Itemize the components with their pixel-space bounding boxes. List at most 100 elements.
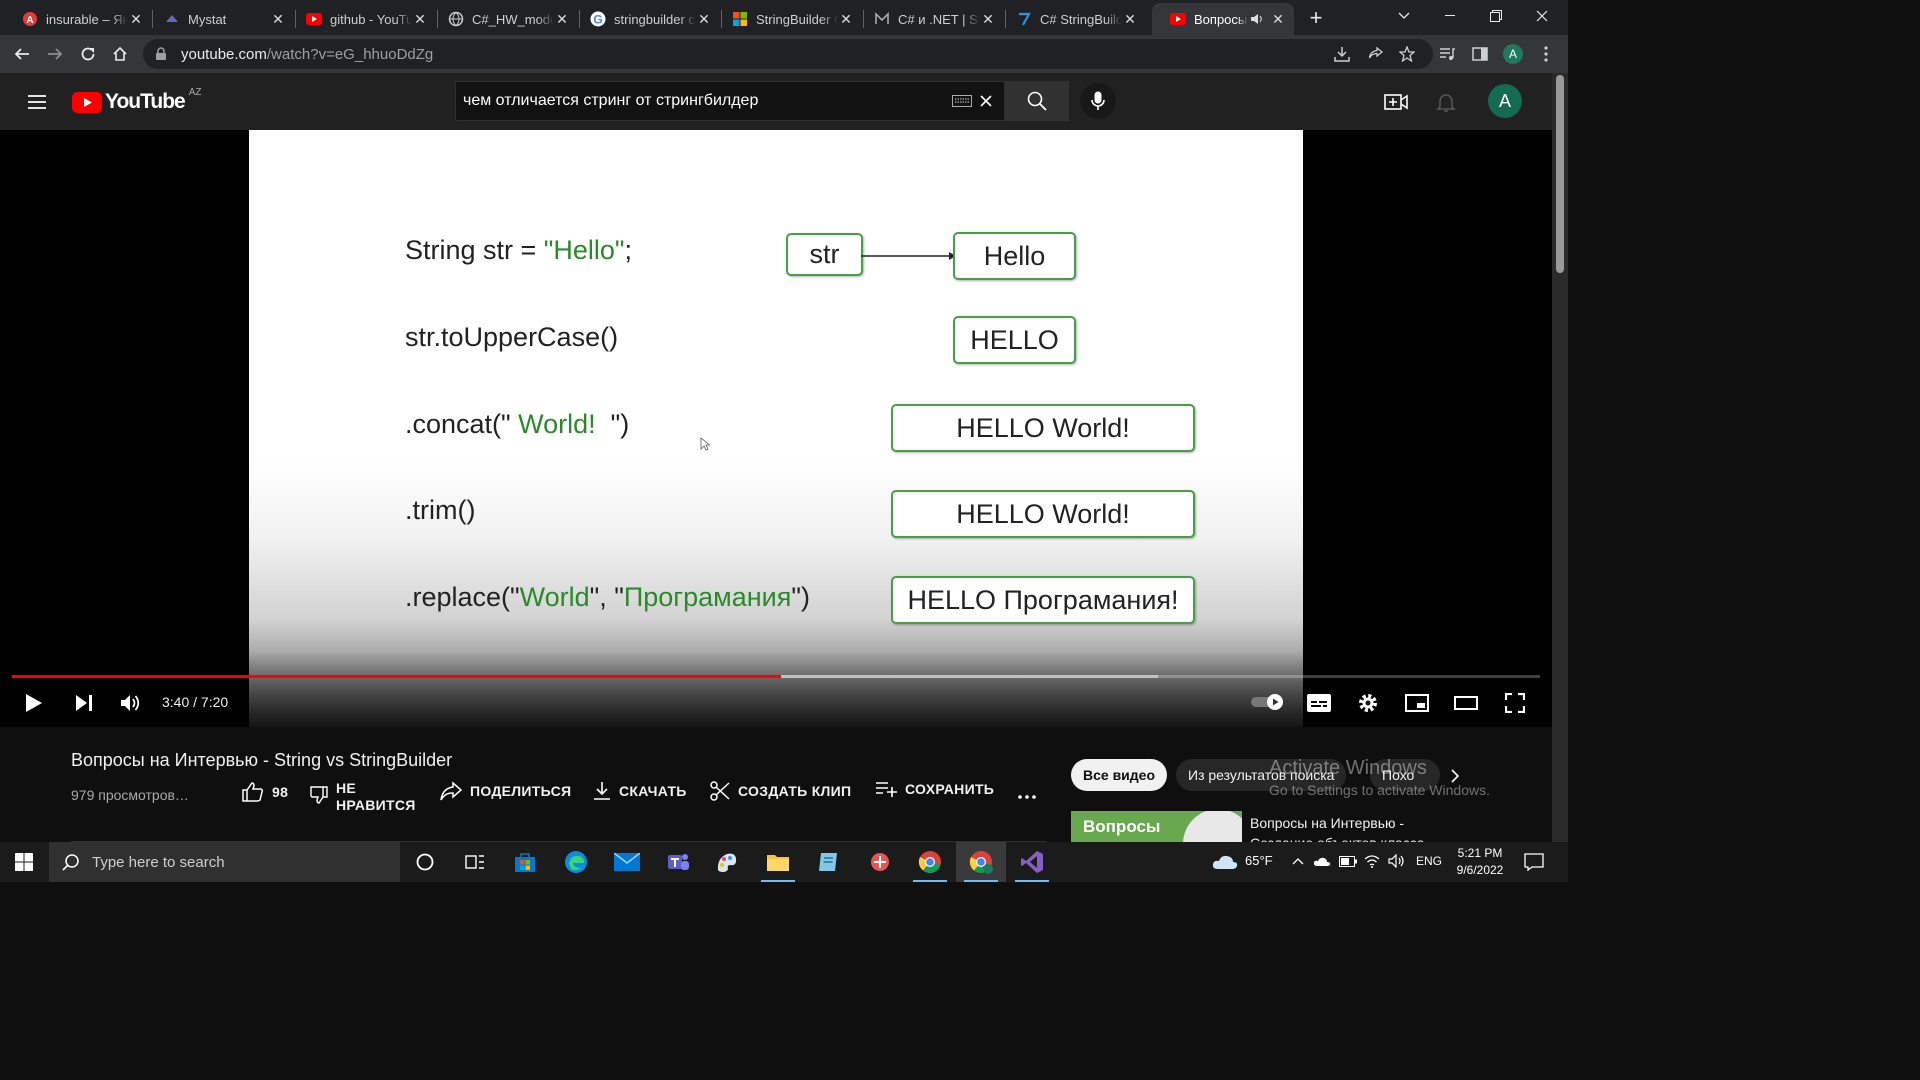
create-video-icon[interactable] (1384, 90, 1408, 114)
close-tab-icon[interactable]: ✕ (838, 11, 854, 27)
wifi-icon[interactable] (1364, 854, 1380, 868)
edge-browser-icon[interactable] (551, 842, 601, 882)
visual-studio-icon[interactable] (1007, 842, 1057, 882)
clip-button[interactable]: СОЗДАТЬ КЛИП (710, 781, 851, 801)
weather-cloud-icon[interactable] (1212, 854, 1238, 870)
browser-profile-avatar[interactable]: A (1503, 44, 1523, 64)
voice-search-button[interactable] (1080, 83, 1116, 119)
settings-button[interactable] (1350, 688, 1386, 718)
close-tab-icon[interactable]: ✕ (270, 11, 286, 27)
code-string: World! (510, 409, 611, 439)
tab-yandex-translate[interactable]: A insurable – Ян ✕ (4, 3, 152, 35)
microsoft-store-icon[interactable] (500, 842, 550, 882)
mail-icon[interactable] (602, 842, 652, 882)
close-tab-icon[interactable]: ✕ (554, 11, 570, 27)
more-actions-icon[interactable] (1018, 795, 1036, 799)
next-button[interactable] (66, 688, 102, 718)
task-view-icon[interactable] (450, 842, 500, 882)
address-bar[interactable]: youtube.com/watch?v=eG_hhuoDdZg (143, 39, 1433, 69)
download-button[interactable]: СКАЧАТЬ (593, 781, 687, 801)
search-icon (1027, 91, 1047, 111)
tab-active-youtube-video[interactable]: Вопросы ✕ (1152, 3, 1294, 35)
speaker-audio-icon[interactable] (1248, 13, 1266, 25)
notification-center-icon[interactable] (1524, 853, 1544, 871)
windows-start-button[interactable] (0, 842, 48, 882)
fullscreen-button[interactable] (1497, 688, 1533, 718)
chip-all-videos[interactable]: Все видео (1071, 759, 1168, 791)
onedrive-cloud-icon[interactable] (1313, 856, 1331, 867)
paint-icon[interactable] (702, 842, 752, 882)
input-language[interactable]: ENG (1416, 854, 1442, 868)
back-arrow-icon[interactable] (8, 40, 36, 68)
weather-temperature[interactable]: 65°F (1245, 853, 1273, 868)
bookmark-star-icon[interactable] (1397, 44, 1417, 64)
clear-search-icon[interactable] (980, 95, 992, 107)
snipping-tool-icon[interactable] (855, 842, 905, 882)
cortana-icon[interactable] (400, 842, 450, 882)
install-app-icon[interactable] (1332, 44, 1352, 64)
tab-metanit[interactable]: C# и .NET | Str ✕ (856, 3, 1004, 35)
tray-chevron-up-icon[interactable] (1292, 857, 1304, 865)
notes-app-icon[interactable] (803, 842, 853, 882)
close-tab-icon[interactable]: ✕ (128, 11, 144, 27)
lock-icon[interactable] (155, 47, 169, 61)
theater-mode-button[interactable] (1448, 688, 1484, 718)
tab-mystat[interactable]: Mystat ✕ (146, 3, 294, 35)
speaker-volume-icon[interactable] (1388, 854, 1406, 868)
close-window-icon[interactable] (1519, 0, 1565, 32)
restore-icon[interactable] (1473, 0, 1519, 32)
keyboard-icon[interactable] (952, 95, 972, 107)
page-scrollbar[interactable] (1552, 73, 1568, 842)
more-vertical-icon[interactable] (1536, 44, 1556, 64)
recommended-video-thumbnail[interactable]: Вопросы (1071, 811, 1242, 842)
close-tab-icon[interactable]: ✕ (1122, 11, 1138, 27)
media-controls-icon[interactable] (1437, 44, 1457, 64)
subtitles-icon (1307, 694, 1331, 712)
video-player[interactable]: String str = "Hello"; str.toUpperCase() … (0, 130, 1552, 727)
search-input[interactable] (456, 92, 952, 110)
play-button[interactable] (16, 688, 52, 718)
search-box[interactable] (455, 81, 1005, 121)
minimize-icon[interactable] (1427, 0, 1473, 32)
youtube-logo[interactable]: YouTube AZ (72, 87, 202, 114)
tab-csharp-hw[interactable]: C#_HW_modu ✕ (430, 3, 578, 35)
taskbar-search-box[interactable]: Type here to search (49, 842, 400, 882)
progress-bar[interactable] (12, 675, 1540, 678)
close-tab-icon[interactable]: ✕ (412, 11, 428, 27)
miniplayer-button[interactable] (1399, 688, 1435, 718)
battery-icon[interactable] (1339, 856, 1357, 867)
reload-icon[interactable] (74, 40, 102, 68)
share-button[interactable]: ПОДЕЛИТЬСЯ (440, 781, 571, 801)
tab-search-chevron-icon[interactable] (1381, 0, 1427, 32)
view-count[interactable]: 979 просмотров… (71, 787, 189, 803)
new-tab-button[interactable]: + (1304, 5, 1328, 30)
notifications-bell-icon[interactable] (1434, 90, 1458, 114)
close-tab-icon[interactable]: ✕ (1270, 11, 1286, 27)
mute-button[interactable] (113, 688, 149, 718)
chrome-icon[interactable] (905, 842, 955, 882)
recommended-video-title[interactable]: Вопросы на Интервью - Создание объектов … (1250, 813, 1450, 842)
share-icon[interactable] (1365, 44, 1385, 64)
close-tab-icon[interactable]: ✕ (980, 11, 996, 27)
dislike-button[interactable]: НЕ НРАВИТСЯ (310, 780, 416, 814)
file-explorer-icon[interactable] (753, 842, 803, 882)
search-button[interactable] (1005, 81, 1069, 121)
like-button[interactable]: 98 (242, 781, 288, 803)
scrollbar-thumb[interactable] (1556, 75, 1564, 273)
save-button[interactable]: СОХРАНИТЬ (875, 781, 994, 797)
close-tab-icon[interactable]: ✕ (696, 11, 712, 27)
youtube-account-avatar[interactable]: A (1488, 84, 1522, 118)
home-icon[interactable] (106, 40, 134, 68)
tab-google-stringbuilder[interactable]: G stringbuilder c ✕ (572, 3, 720, 35)
forward-arrow-icon[interactable] (41, 40, 69, 68)
tab-microsoft-docs[interactable]: StringBuilder C ✕ (714, 3, 862, 35)
autoplay-toggle[interactable] (1250, 693, 1286, 711)
tab-csharp-stringbuilder[interactable]: C# StringBuild ✕ (998, 3, 1146, 35)
subtitles-button[interactable] (1301, 688, 1337, 718)
tab-youtube-github[interactable]: github - YouTu ✕ (288, 3, 436, 35)
hamburger-menu-icon[interactable] (25, 90, 49, 114)
side-panel-icon[interactable] (1470, 44, 1490, 64)
teams-icon[interactable] (652, 842, 702, 882)
chrome-profile-active-icon[interactable] (956, 842, 1006, 882)
system-clock[interactable]: 5:21 PM 9/6/2022 (1446, 845, 1514, 879)
